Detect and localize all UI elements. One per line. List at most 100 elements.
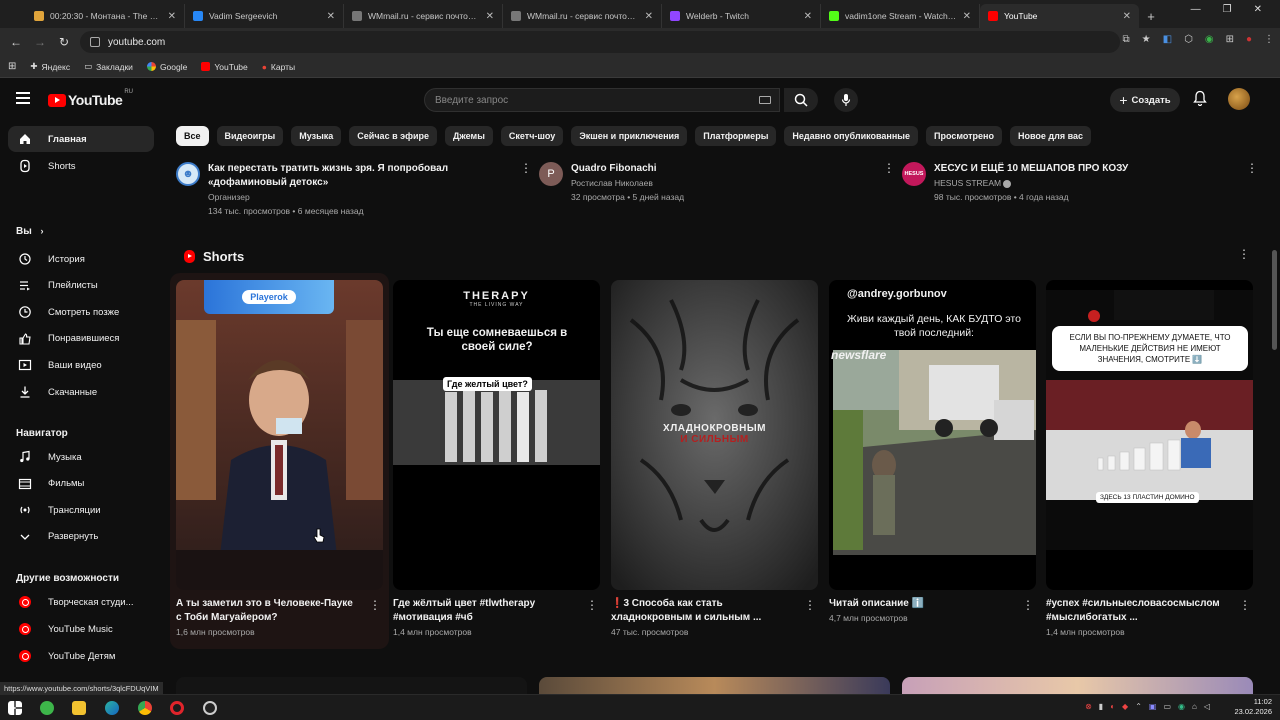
clock[interactable]: 11:02 23.02.2026 <box>1234 697 1272 717</box>
channel-avatar[interactable]: HESUS <box>902 162 926 186</box>
sidebar-item[interactable]: Ваши видео <box>8 352 154 378</box>
file-explorer-icon[interactable] <box>72 701 86 715</box>
short-more-icon[interactable]: ⋮ <box>804 599 816 611</box>
windows-start-icon[interactable] <box>8 701 22 715</box>
bookmark-folder[interactable]: ▭ Закладки <box>84 61 133 72</box>
tray-icon-2[interactable]: ▮ <box>1099 702 1103 711</box>
notifications-bell-icon[interactable] <box>1193 90 1207 111</box>
short-title[interactable]: А ты заметил это в Человеке-Пауке <box>176 597 366 611</box>
chip-filter[interactable]: Экшен и приключения <box>571 126 688 146</box>
channel-name[interactable]: Организер <box>208 190 448 204</box>
short-more-icon[interactable]: ⋮ <box>1239 599 1251 611</box>
chip-filter[interactable]: Джемы <box>445 126 493 146</box>
video-meta-3[interactable]: HESUS ХЕСУС И ЕЩЁ 10 МЕШАПОВ ПРО КОЗУ HE… <box>902 162 1128 204</box>
chrome-icon[interactable] <box>138 701 152 715</box>
short-more-icon[interactable]: ⋮ <box>1022 599 1034 611</box>
more-actions-icon[interactable]: ⋮ <box>1246 162 1258 174</box>
site-info-icon[interactable] <box>90 37 100 47</box>
short-thumbnail-3[interactable]: ХЛАДНОКРОВНЫМ И СИЛЬНЫМ <box>611 280 818 590</box>
sidebar-item[interactable]: Смотреть позже <box>8 299 154 325</box>
video-meta-1[interactable]: ☻ Как перестать тратить жизнь зря. Я поп… <box>176 162 448 218</box>
tab-close-icon[interactable]: ✕ <box>804 11 812 22</box>
short-thumbnail-4[interactable]: @andrey.gorbunov Живи каждый день, КАК Б… <box>829 280 1036 590</box>
short-more-icon[interactable]: ⋮ <box>586 599 598 611</box>
install-icon[interactable]: ⧉ <box>1123 34 1130 45</box>
browser-tab[interactable]: Vadim Sergeevich ✕ <box>185 4 344 28</box>
short-title[interactable]: Где жёлтый цвет #tlwtherapy <box>393 597 583 611</box>
sidebar-item[interactable]: Главная <box>8 126 154 152</box>
app-icon-dark[interactable] <box>203 701 217 715</box>
channel-avatar[interactable]: P <box>539 162 563 186</box>
sidebar-item[interactable]: Понравившиеся <box>8 326 154 352</box>
bookmark-google[interactable]: Google <box>146 62 187 72</box>
tab-close-icon[interactable]: ✕ <box>963 11 971 22</box>
sidebar-item[interactable]: YouTube Music <box>8 616 154 642</box>
video-title[interactable]: ХЕСУС И ЕЩЁ 10 МЕШАПОВ ПРО КОЗУ <box>934 162 1128 176</box>
more-actions-icon[interactable]: ⋮ <box>520 162 532 174</box>
shorts-more-icon[interactable]: ⋮ <box>1238 248 1250 260</box>
chip-filter[interactable]: Новое для вас <box>1010 126 1092 146</box>
menu-dots-icon[interactable]: ⋮ <box>1264 34 1274 45</box>
short-thumbnail-2[interactable]: THERAPY THE LIVING WAY Ты еще сомневаешь… <box>393 280 600 590</box>
chip-filter[interactable]: Платформеры <box>695 126 777 146</box>
next-row-thumbnail-2[interactable] <box>539 677 890 694</box>
you-section-heading[interactable]: Вы › <box>16 226 44 237</box>
maximize-icon[interactable]: ❐ <box>1223 4 1232 15</box>
volume-icon[interactable]: ◁ <box>1204 702 1210 711</box>
minimize-icon[interactable]: — <box>1191 4 1201 15</box>
forward-icon[interactable]: → <box>28 35 52 49</box>
channel-name[interactable]: HESUS STREAM <box>934 176 1128 190</box>
youtube-logo[interactable]: YouTube RU <box>48 89 133 108</box>
opera-icon[interactable] <box>170 701 184 715</box>
short-caption[interactable]: Где жёлтый цвет #tlwtherapy #мотивация #ч… <box>393 597 583 637</box>
back-icon[interactable]: ← <box>4 35 28 49</box>
chip-filter[interactable]: Недавно опубликованные <box>784 126 918 146</box>
video-title[interactable]: Как перестать тратить жизнь зря. Я попро… <box>208 162 448 176</box>
video-title-line2[interactable]: «дофаминовый детокс» <box>208 176 448 190</box>
sidebar-item[interactable]: Плейлисты <box>8 273 154 299</box>
page-scrollbar[interactable] <box>1272 250 1277 350</box>
chip-filter[interactable]: Сейчас в эфире <box>349 126 437 146</box>
sidebar-item[interactable]: Творческая студи... <box>8 589 154 615</box>
sidebar-item[interactable]: Фильмы <box>8 471 154 497</box>
short-title-line2[interactable]: #мыслибогатых ... <box>1046 611 1236 625</box>
short-title-line2[interactable]: с Тоби Магуайером? <box>176 611 366 625</box>
tab-close-icon[interactable]: ✕ <box>168 11 176 22</box>
more-actions-icon[interactable]: ⋮ <box>883 162 895 174</box>
short-caption[interactable]: ❗3 Способа как стать хладнокровным и силь… <box>611 597 801 637</box>
new-tab-button[interactable]: + <box>1139 4 1163 28</box>
extension-icon-2[interactable]: ◉ <box>1205 34 1214 45</box>
chevron-up-icon[interactable]: ⌃ <box>1135 702 1142 711</box>
sidebar-item[interactable]: Трансляции <box>8 497 154 523</box>
video-meta-2[interactable]: P Quadro Fibonachi Ростислав Николаев 32… <box>539 162 684 204</box>
tray-icon-5[interactable]: ▣ <box>1149 702 1157 711</box>
chip-filter[interactable]: Музыка <box>291 126 342 146</box>
tab-close-icon[interactable]: ✕ <box>1123 11 1131 22</box>
short-title[interactable]: ❗3 Способа как стать <box>611 597 801 611</box>
chip-filter[interactable]: Видеоигры <box>216 126 284 146</box>
tab-close-icon[interactable]: ✕ <box>327 11 335 22</box>
short-title-line2[interactable]: хладнокровным и сильным ... <box>611 611 801 625</box>
browser-tab[interactable]: WMmail.ru - сервис почтовых ✕ <box>344 4 503 28</box>
keyboard-icon[interactable] <box>759 96 771 104</box>
voice-search-button[interactable] <box>834 88 858 112</box>
url-field[interactable]: youtube.com <box>80 31 1120 53</box>
chip-filter[interactable]: Все <box>176 126 209 146</box>
browser-tab[interactable]: 00:20:30 - Монтана - The West ✕ <box>26 4 185 28</box>
sidebar-item[interactable]: Скачанные <box>8 379 154 405</box>
browser-tab[interactable]: YouTube ✕ <box>980 4 1139 28</box>
bookmark-youtube[interactable]: YouTube <box>201 62 248 72</box>
next-row-thumbnail-3[interactable] <box>902 677 1253 694</box>
short-more-icon[interactable]: ⋮ <box>369 599 381 611</box>
tab-close-icon[interactable]: ✕ <box>486 11 494 22</box>
extensions-puzzle-icon[interactable]: ⊞ <box>1226 34 1234 45</box>
bookmark-yandex[interactable]: ✚ Яндекс <box>30 61 70 72</box>
channel-avatar[interactable]: ☻ <box>176 162 200 186</box>
apps-grid-icon[interactable]: ⊞ <box>8 61 16 72</box>
sidebar-item[interactable]: Развернуть <box>8 524 154 550</box>
sidebar-item[interactable]: Shorts <box>8 153 154 179</box>
short-thumbnail-1[interactable]: Playerok <box>176 280 383 590</box>
short-caption[interactable]: Читай описание ℹ️ 4,7 млн просмотров <box>829 597 1019 623</box>
sidebar-item[interactable]: YouTube Детям <box>8 643 154 669</box>
profile-icon[interactable]: ● <box>1246 34 1252 45</box>
